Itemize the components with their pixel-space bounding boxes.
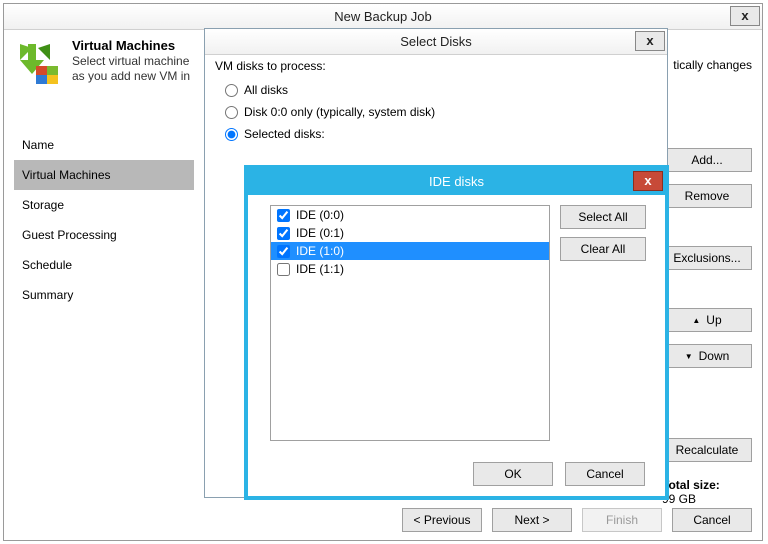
option-disk00[interactable]: Disk 0:0 only (typically, system disk): [215, 101, 657, 123]
previous-button[interactable]: < Previous: [402, 508, 482, 532]
disk-label: IDE (0:1): [296, 226, 344, 240]
wizard-buttons: < Previous Next > Finish Cancel: [402, 508, 752, 532]
total-size-label: Total size:: [662, 478, 752, 492]
list-item[interactable]: IDE (0:1): [271, 224, 549, 242]
disk-checkbox[interactable]: [277, 245, 290, 258]
add-button[interactable]: Add...: [662, 148, 752, 172]
disk-options: All disks Disk 0:0 only (typically, syst…: [215, 79, 657, 145]
disk-label: IDE (0:0): [296, 208, 344, 222]
list-item[interactable]: IDE (1:1): [271, 260, 549, 278]
disk-checkbox[interactable]: [277, 227, 290, 240]
nav-item-summary[interactable]: Summary: [14, 280, 194, 310]
radio-disk00[interactable]: [225, 106, 238, 119]
page-title: Virtual Machines: [72, 38, 190, 53]
vm-disks-label: VM disks to process:: [215, 59, 657, 73]
radio-selected-disks[interactable]: [225, 128, 238, 141]
clear-all-button[interactable]: Clear All: [560, 237, 646, 261]
ok-button[interactable]: OK: [473, 462, 553, 486]
list-item[interactable]: IDE (0:0): [271, 206, 549, 224]
page-header-text: Virtual Machines Select virtual machine …: [72, 38, 190, 94]
nav-item-schedule[interactable]: Schedule: [14, 250, 194, 280]
disk-label: IDE (1:0): [296, 244, 344, 258]
exclusions-button[interactable]: Exclusions...: [662, 246, 752, 270]
select-disks-title: Select Disks: [400, 34, 472, 49]
cancel-button[interactable]: Cancel: [565, 462, 645, 486]
page-subtitle2: as you add new VM in: [72, 69, 190, 83]
totals: Total size: 99 GB: [662, 478, 752, 506]
select-disks-titlebar: Select Disks x: [205, 29, 667, 55]
disk-checkbox[interactable]: [277, 209, 290, 222]
select-disks-close-button[interactable]: x: [635, 31, 665, 51]
option-selected-disks[interactable]: Selected disks:: [215, 123, 657, 145]
option-all-disks[interactable]: All disks: [215, 79, 657, 101]
ide-disks-dialog: IDE disks x IDE (0:0)IDE (0:1)IDE (1:0)I…: [244, 165, 669, 500]
nav-item-guest-processing[interactable]: Guest Processing: [14, 220, 194, 250]
vm-download-icon: [14, 38, 62, 86]
ide-disks-close-button[interactable]: x: [633, 171, 663, 191]
disk-checkbox[interactable]: [277, 263, 290, 276]
ide-disks-titlebar: IDE disks x: [248, 169, 665, 195]
total-size-value: 99 GB: [662, 492, 752, 506]
remove-button[interactable]: Remove: [662, 184, 752, 208]
cancel-button[interactable]: Cancel: [672, 508, 752, 532]
truncated-text: tically changes: [673, 58, 752, 72]
main-titlebar: New Backup Job x: [4, 4, 762, 30]
next-button[interactable]: Next >: [492, 508, 572, 532]
ide-disks-list[interactable]: IDE (0:0) IDE (0:1) IDE (1:0) IDE (1:1): [270, 205, 550, 441]
page-subtitle1: Select virtual machine: [72, 54, 190, 68]
nav-item-virtual-machines[interactable]: Virtual Machines: [14, 160, 194, 190]
wizard-nav: NameVirtual MachinesStorageGuest Process…: [14, 130, 194, 484]
select-all-button[interactable]: Select All: [560, 205, 646, 229]
vm-action-buttons: Add... Remove Exclusions... Up Down: [662, 148, 752, 368]
list-item[interactable]: IDE (1:0): [271, 242, 549, 260]
disk-label: IDE (1:1): [296, 262, 344, 276]
radio-all-disks[interactable]: [225, 84, 238, 97]
nav-item-storage[interactable]: Storage: [14, 190, 194, 220]
finish-button: Finish: [582, 508, 662, 532]
nav-item-name[interactable]: Name: [14, 130, 194, 160]
move-up-button[interactable]: Up: [662, 308, 752, 332]
recalculate-button[interactable]: Recalculate: [662, 438, 752, 462]
main-close-button[interactable]: x: [730, 6, 760, 26]
move-down-button[interactable]: Down: [662, 344, 752, 368]
ide-disks-title: IDE disks: [429, 174, 484, 189]
main-title: New Backup Job: [334, 9, 432, 24]
